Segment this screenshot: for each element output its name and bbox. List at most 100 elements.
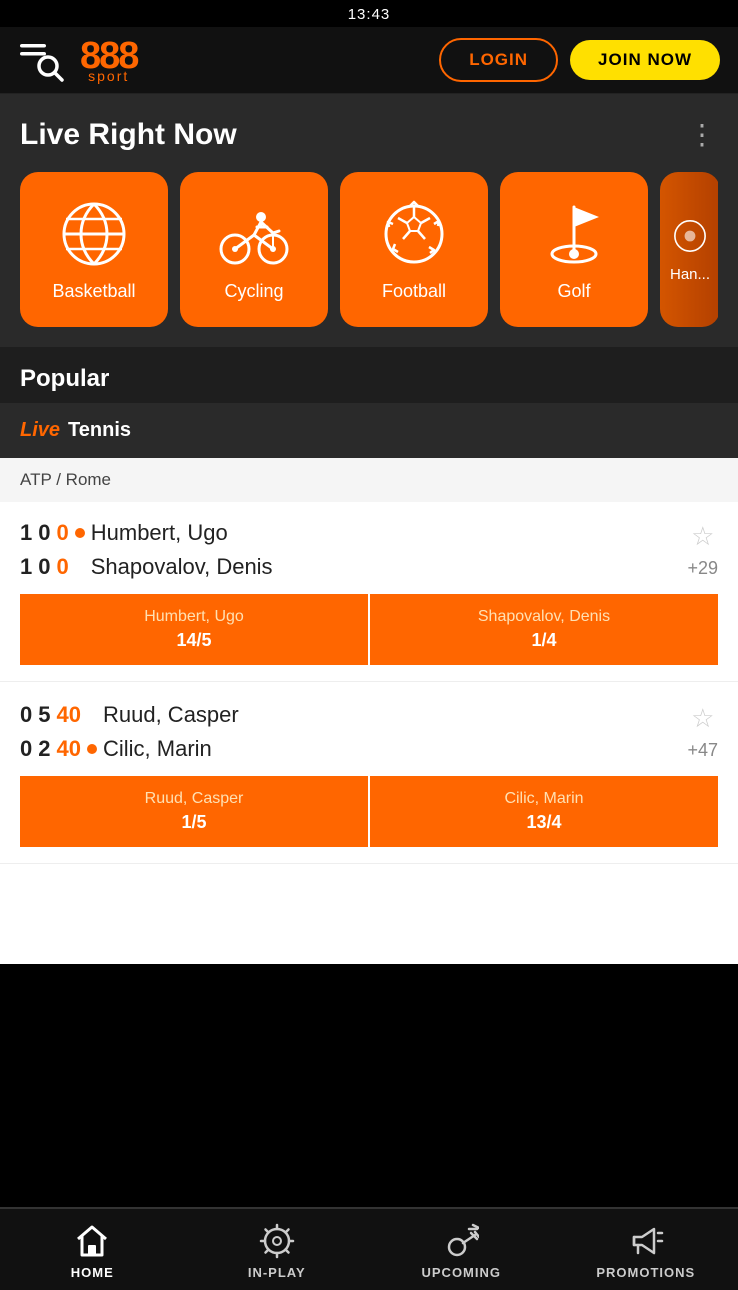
live-right-now-title: Live Right Now xyxy=(20,118,237,152)
sport-golf[interactable]: Golf xyxy=(500,172,648,327)
logo-sport: sport xyxy=(88,69,129,83)
bet-buttons-1: Humbert, Ugo 14/5 Shapovalov, Denis 1/4 xyxy=(20,594,718,665)
cycling-icon xyxy=(217,197,291,271)
serving-dot-p2 xyxy=(75,562,85,572)
more-bets-1: +29 xyxy=(687,558,718,579)
logo: 888 sport xyxy=(80,37,137,83)
live-right-now-section: Live Right Now ⋮ Basketball xyxy=(0,94,738,347)
nav-promotions-label: PROMOTIONS xyxy=(596,1265,695,1280)
player2-row: 1 0 0 Shapovalov, Denis xyxy=(20,554,273,580)
p4-s3: 40 xyxy=(57,736,81,762)
match-left-2: 0 5 40 Ruud, Casper 0 2 40 Cilic, Marin xyxy=(20,702,239,762)
join-button[interactable]: JOIN NOW xyxy=(570,40,720,80)
player3-row: 0 5 40 Ruud, Casper xyxy=(20,702,239,728)
bet-button-shapovalov[interactable]: Shapovalov, Denis 1/4 xyxy=(370,594,718,665)
player2-name: Shapovalov, Denis xyxy=(91,554,273,580)
inplay-icon xyxy=(259,1223,295,1259)
bet-odds-4: 13/4 xyxy=(526,812,561,833)
bet-name-1: Humbert, Ugo xyxy=(144,608,244,626)
match-card-2: 0 5 40 Ruud, Casper 0 2 40 Cilic, Marin … xyxy=(0,684,738,864)
player1-row: 1 0 0 Humbert, Ugo xyxy=(20,520,273,546)
cycling-label: Cycling xyxy=(224,281,283,302)
sport-handball[interactable]: Han... xyxy=(660,172,718,327)
nav-promotions[interactable]: PROMOTIONS xyxy=(554,1209,738,1290)
player3-name: Ruud, Casper xyxy=(103,702,239,728)
sport-name: Tennis xyxy=(68,419,131,442)
nav-upcoming[interactable]: UPCOMING xyxy=(369,1209,554,1290)
live-badge: Live xyxy=(20,419,60,442)
more-bets-2: +47 xyxy=(687,740,718,761)
nav-home[interactable]: HOME xyxy=(0,1209,185,1290)
bet-buttons-2: Ruud, Casper 1/5 Cilic, Marin 13/4 xyxy=(20,776,718,847)
p3-s3: 40 xyxy=(57,702,81,728)
serving-dot-p1 xyxy=(75,528,85,538)
popular-section: Popular xyxy=(0,347,738,403)
golf-label: Golf xyxy=(557,281,590,302)
bottom-nav: HOME IN-PLAY UPCOMING xyxy=(0,1207,738,1290)
p3-s2: 5 xyxy=(38,702,50,728)
p4-s2: 2 xyxy=(38,736,50,762)
serving-dot-p3 xyxy=(87,710,97,720)
sport-cycling[interactable]: Cycling xyxy=(180,172,328,327)
favorite-star-1[interactable]: ☆ xyxy=(691,521,714,552)
bet-odds-3: 1/5 xyxy=(181,812,206,833)
match-card-1: 1 0 0 Humbert, Ugo 1 0 0 Shapovalov, Den… xyxy=(0,502,738,682)
p1-s2: 0 xyxy=(38,520,50,546)
p3-s1: 0 xyxy=(20,702,32,728)
more-options-icon[interactable]: ⋮ xyxy=(688,127,718,144)
match-scores-row-2: 0 5 40 Ruud, Casper 0 2 40 Cilic, Marin … xyxy=(20,702,718,762)
bet-name-4: Cilic, Marin xyxy=(504,790,583,808)
bet-name-3: Ruud, Casper xyxy=(145,790,244,808)
favorite-star-2[interactable]: ☆ xyxy=(691,703,714,734)
menu-search-button[interactable] xyxy=(18,38,66,82)
match-section: ATP / Rome 1 0 0 Humbert, Ugo 1 0 0 xyxy=(0,458,738,864)
bet-button-cilic[interactable]: Cilic, Marin 13/4 xyxy=(370,776,718,847)
upcoming-icon xyxy=(443,1223,479,1259)
header-left: 888 sport xyxy=(18,37,137,83)
football-label: Football xyxy=(382,281,446,302)
player4-row: 0 2 40 Cilic, Marin xyxy=(20,736,239,762)
match-left-1: 1 0 0 Humbert, Ugo 1 0 0 Shapovalov, Den… xyxy=(20,520,273,580)
p2-s1: 1 xyxy=(20,554,32,580)
football-icon xyxy=(377,197,451,271)
bet-button-ruud[interactable]: Ruud, Casper 1/5 xyxy=(20,776,368,847)
player1-name: Humbert, Ugo xyxy=(91,520,228,546)
live-header: Live Right Now ⋮ xyxy=(20,118,718,152)
home-icon xyxy=(74,1223,110,1259)
nav-inplay-label: IN-PLAY xyxy=(248,1265,306,1280)
sport-football[interactable]: Football xyxy=(340,172,488,327)
live-sport-header: Live Tennis xyxy=(0,403,738,458)
menu-search-icon xyxy=(18,38,66,82)
p4-s1: 0 xyxy=(20,736,32,762)
login-button[interactable]: LOGIN xyxy=(439,38,558,82)
match-right-1: ☆ +29 xyxy=(687,521,718,579)
bet-name-2: Shapovalov, Denis xyxy=(478,608,610,626)
bet-odds-2: 1/4 xyxy=(531,630,556,651)
status-bar: 13:43 xyxy=(0,0,738,27)
status-time: 13:43 xyxy=(348,6,391,23)
match-right-2: ☆ +47 xyxy=(687,703,718,761)
nav-inplay[interactable]: IN-PLAY xyxy=(185,1209,370,1290)
p2-s2: 0 xyxy=(38,554,50,580)
player4-name: Cilic, Marin xyxy=(103,736,212,762)
p2-s3: 0 xyxy=(57,554,69,580)
nav-home-label: HOME xyxy=(71,1265,114,1280)
p1-s1: 1 xyxy=(20,520,32,546)
sport-basketball[interactable]: Basketball xyxy=(20,172,168,327)
header-buttons: LOGIN JOIN NOW xyxy=(439,38,720,82)
bet-button-humbert[interactable]: Humbert, Ugo 14/5 xyxy=(20,594,368,665)
bet-odds-1: 14/5 xyxy=(176,630,211,651)
p1-s3: 0 xyxy=(57,520,69,546)
handball-label: Han... xyxy=(670,266,710,283)
match-scores-row-1: 1 0 0 Humbert, Ugo 1 0 0 Shapovalov, Den… xyxy=(20,520,718,580)
serving-dot-p4 xyxy=(87,744,97,754)
basketball-label: Basketball xyxy=(52,281,135,302)
header: 888 sport LOGIN JOIN NOW xyxy=(0,27,738,94)
match-group-header: ATP / Rome xyxy=(0,458,738,502)
sports-row: Basketball C xyxy=(20,172,718,327)
nav-upcoming-label: UPCOMING xyxy=(422,1265,502,1280)
promotions-icon xyxy=(628,1223,664,1259)
basketball-icon xyxy=(57,197,131,271)
handball-icon xyxy=(670,216,710,256)
popular-title: Popular xyxy=(20,365,109,392)
